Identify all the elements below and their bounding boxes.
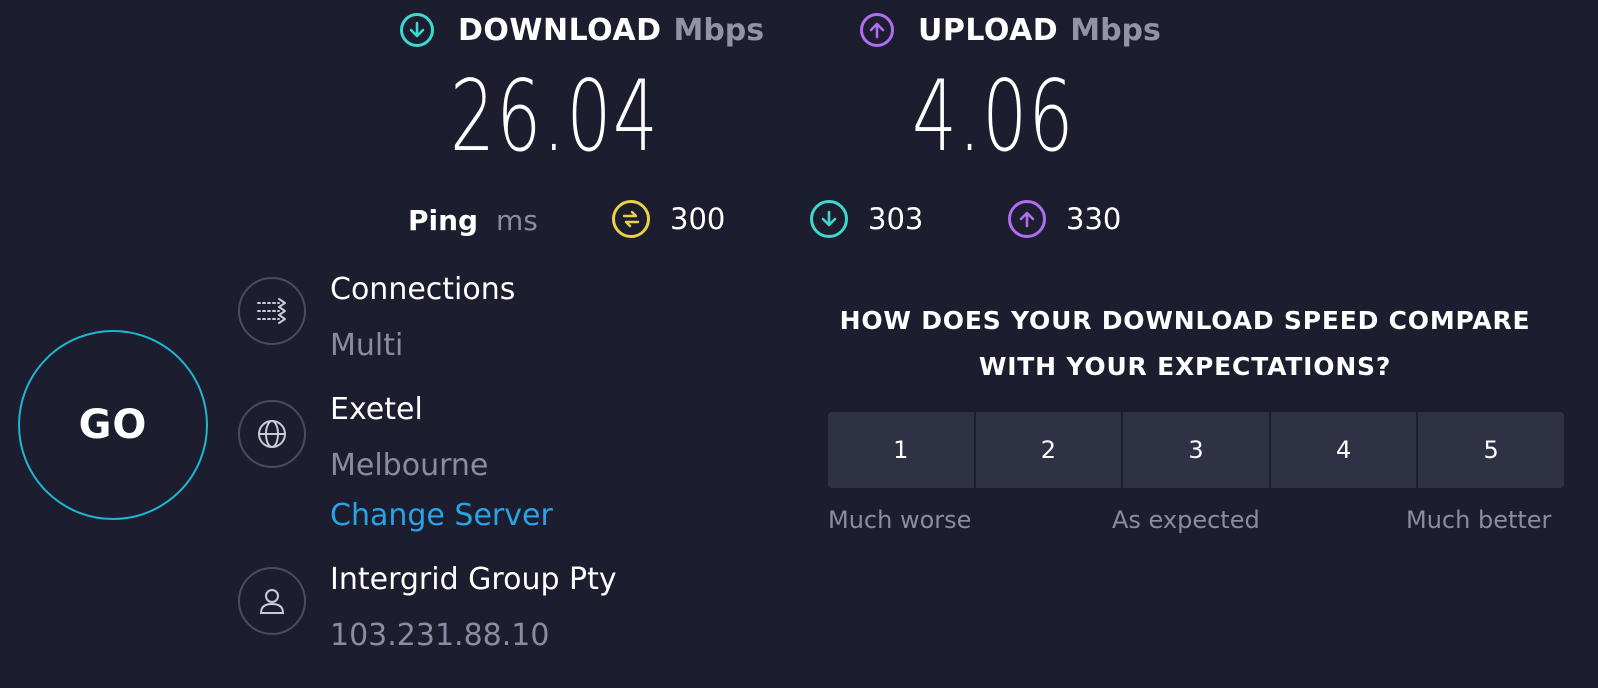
ping-upload: 330 — [1008, 200, 1121, 238]
provider-ip: 103.231.88.10 — [330, 618, 550, 653]
connections-title: Connections — [330, 272, 516, 307]
upload-metric: UPLOAD Mbps 4.06 — [860, 10, 1161, 174]
rating-option-5[interactable]: 5 — [1418, 412, 1564, 488]
change-server-link[interactable]: Change Server — [330, 498, 553, 533]
survey-question-line2: WITH YOUR EXPECTATIONS? — [978, 352, 1392, 381]
server-name: Exetel — [330, 392, 423, 427]
survey-question: HOW DOES YOUR DOWNLOAD SPEED COMPARE WIT… — [812, 298, 1558, 390]
rating-caption-high: Much better — [1406, 506, 1552, 534]
download-value: 26.04 — [450, 60, 660, 174]
rating-option-4[interactable]: 4 — [1270, 412, 1419, 488]
rating-bar: 1 2 3 4 5 — [828, 412, 1564, 488]
ping-download-value: 303 — [868, 202, 924, 236]
ping-upload-value: 330 — [1066, 202, 1122, 236]
ping-row: Ping ms 300 303 330 — [0, 200, 1598, 244]
go-button-label: GO — [78, 402, 148, 448]
arrow-down-circle-icon — [810, 200, 848, 238]
rating-caption-mid: As expected — [1112, 506, 1260, 534]
ping-download: 303 — [810, 200, 923, 238]
arrow-up-circle-icon — [1008, 200, 1046, 238]
arrow-up-circle-icon — [860, 13, 894, 47]
rating-option-1[interactable]: 1 — [828, 412, 976, 488]
connections-icon[interactable] — [238, 277, 306, 345]
download-unit: Mbps — [673, 12, 765, 48]
ping-label: Ping — [408, 204, 479, 237]
globe-icon — [238, 400, 306, 468]
user-icon — [238, 567, 306, 635]
speedtest-results-page: DOWNLOAD Mbps 26.04 UPLOAD Mbps 4.06 Pin… — [0, 0, 1598, 688]
upload-title: UPLOAD — [918, 12, 1059, 48]
ping-unit: ms — [496, 204, 538, 237]
rating-option-2[interactable]: 2 — [975, 412, 1124, 488]
rating-caption-low: Much worse — [828, 506, 972, 534]
rating-option-3[interactable]: 3 — [1123, 412, 1271, 488]
survey-question-line1: HOW DOES YOUR DOWNLOAD SPEED COMPARE — [839, 306, 1531, 335]
download-header: DOWNLOAD Mbps — [400, 10, 764, 50]
upload-header: UPLOAD Mbps — [860, 10, 1161, 50]
upload-unit: Mbps — [1070, 12, 1161, 48]
ping-idle-icon — [612, 200, 650, 238]
download-title: DOWNLOAD — [458, 12, 662, 48]
download-metric: DOWNLOAD Mbps 26.04 — [400, 10, 764, 174]
go-button[interactable]: GO — [18, 330, 208, 520]
arrow-down-circle-icon — [400, 13, 434, 47]
upload-value: 4.06 — [912, 60, 1075, 174]
ping-idle-value: 300 — [670, 202, 726, 236]
connections-value: Multi — [330, 328, 404, 363]
provider-name: Intergrid Group Pty — [330, 562, 617, 597]
ping-idle: 300 — [612, 200, 725, 238]
server-location: Melbourne — [330, 448, 489, 483]
